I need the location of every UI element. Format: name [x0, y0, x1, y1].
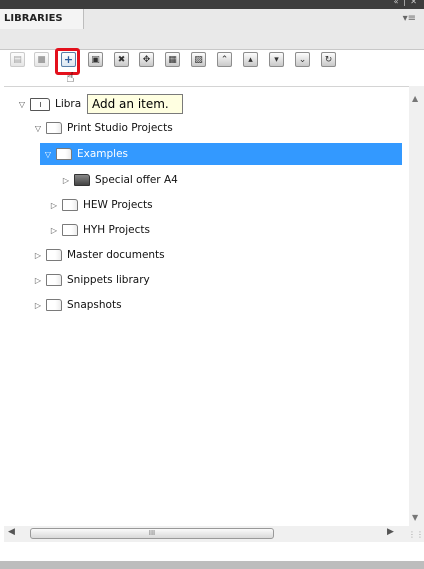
tree-item-label: Libra [55, 98, 82, 110]
tree-item-snapshots[interactable]: ▷ Snapshots [32, 294, 332, 316]
tree-item-label: Snippets library [67, 274, 150, 286]
tree-item-hyh-projects[interactable]: ▷ HYH Projects [48, 219, 348, 241]
tab-libraries[interactable]: LIBRARIES [0, 9, 84, 29]
folder-icon [56, 148, 72, 160]
folder-icon [46, 299, 62, 311]
expand-icon[interactable]: ⌄ [295, 52, 310, 67]
scroll-right-icon[interactable]: ▶ [387, 527, 394, 537]
collapse-icon[interactable]: ⌃ [217, 52, 232, 67]
tree-item-label: Master documents [67, 249, 165, 261]
expand-toggle-icon[interactable]: ▷ [32, 251, 44, 260]
expand-toggle-icon[interactable]: ▷ [48, 226, 60, 235]
import-icon[interactable]: ✥ [139, 52, 154, 67]
folder-icon [46, 274, 62, 286]
folder-icon [62, 224, 78, 236]
library-tree: ▽ Libra ▽ Print Studio Projects ▽ Exampl… [4, 86, 409, 527]
expand-toggle-icon[interactable]: ▷ [48, 201, 60, 210]
panel-menu-icon[interactable]: ▾≡ [403, 13, 416, 24]
document-icon [74, 174, 90, 186]
expand-toggle-icon[interactable]: ▽ [42, 150, 54, 159]
new-library-icon[interactable]: ▤ [10, 52, 25, 67]
expand-toggle-icon[interactable]: ▷ [32, 276, 44, 285]
tree-item-special-offer-a4[interactable]: ▷ Special offer A4 [60, 169, 360, 191]
tree-item-label: Examples [77, 148, 129, 160]
tree-item-hew-projects[interactable]: ▷ HEW Projects [48, 194, 348, 216]
tooltip: Add an item. [87, 94, 183, 114]
window-controls[interactable]: « | ✕ [394, 0, 418, 6]
tree-item-label: HEW Projects [83, 199, 153, 211]
folder-icon [62, 199, 78, 211]
panel-header: LIBRARIES ▾≡ [0, 9, 424, 50]
scroll-left-icon[interactable]: ◀ [8, 527, 15, 537]
library-properties-icon[interactable]: ▨ [191, 52, 206, 67]
tree-item-snippets-library[interactable]: ▷ Snippets library [32, 269, 332, 291]
expand-toggle-icon[interactable]: ▷ [32, 301, 44, 310]
tree-item-examples[interactable]: ▽ Examples [40, 143, 402, 165]
tree-item-label: Print Studio Projects [67, 122, 173, 134]
delete-icon[interactable]: ✖ [114, 52, 129, 67]
save-icon[interactable]: ■ [34, 52, 49, 67]
properties-icon[interactable]: ▦ [165, 52, 180, 67]
move-down-icon[interactable]: ▾ [269, 52, 284, 67]
expand-toggle-icon[interactable]: ▽ [32, 124, 44, 133]
horizontal-scrollbar[interactable]: ◀ III ▶ [4, 526, 424, 542]
panel-titlebar: « | ✕ [0, 0, 424, 9]
tree-item-label: HYH Projects [83, 224, 150, 236]
panel-bottom-edge [0, 561, 424, 569]
scroll-up-icon[interactable]: ▲ [412, 94, 418, 103]
scroll-down-icon[interactable]: ▼ [412, 513, 418, 522]
add-file-icon[interactable]: ▣ [88, 52, 103, 67]
library-icon [30, 97, 50, 111]
resize-grip-icon[interactable]: ⋮⋮ [408, 530, 424, 539]
scroll-thumb[interactable]: III [30, 528, 274, 539]
folder-icon [46, 249, 62, 261]
move-up-icon[interactable]: ▴ [243, 52, 258, 67]
tree-item-label: Snapshots [67, 299, 122, 311]
expand-toggle-icon[interactable]: ▽ [16, 100, 28, 109]
tree-item-label: Special offer A4 [95, 174, 178, 186]
tree-item-master-documents[interactable]: ▷ Master documents [32, 244, 332, 266]
tree-item-print-studio-projects[interactable]: ▽ Print Studio Projects [32, 117, 332, 139]
expand-toggle-icon[interactable]: ▷ [60, 176, 72, 185]
vertical-scrollbar[interactable]: ▲ ▼ [409, 86, 424, 526]
hand-cursor-icon: ☝ [66, 70, 75, 86]
folder-icon [46, 122, 62, 134]
refresh-icon[interactable]: ↻ [321, 52, 336, 67]
